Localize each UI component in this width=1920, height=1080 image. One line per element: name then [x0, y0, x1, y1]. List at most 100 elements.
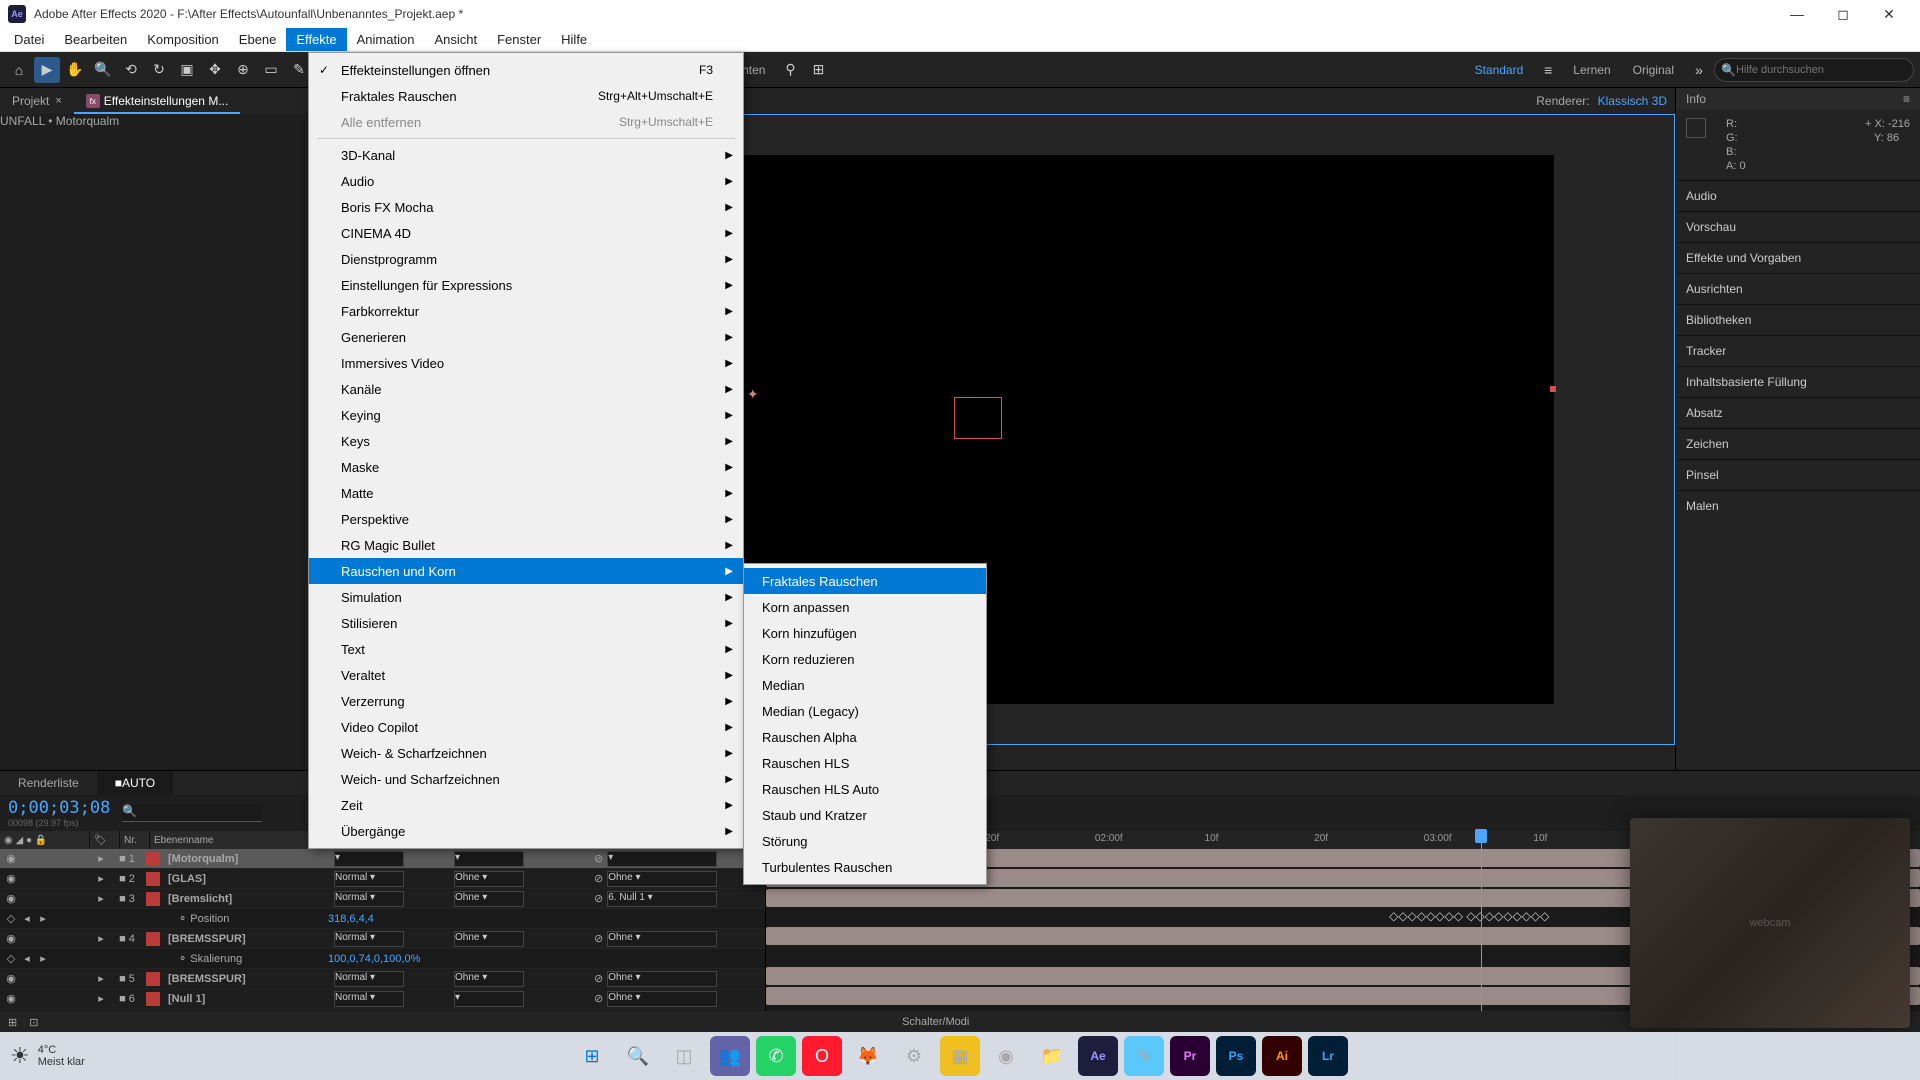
menuitem-zeit[interactable]: Zeit▶: [309, 792, 743, 818]
menuitem-übergänge[interactable]: Übergänge▶: [309, 818, 743, 844]
aftereffects-icon[interactable]: Ae: [1078, 1036, 1118, 1076]
minimize-button[interactable]: —: [1774, 0, 1820, 28]
layer-search[interactable]: 🔍: [122, 804, 262, 822]
app-icon[interactable]: ✎: [1124, 1036, 1164, 1076]
keyframe-track[interactable]: ◇◇◇◇◇◇◇◇ ◇◇◇◇◇◇◇◇◇: [1389, 909, 1620, 923]
menuitem-keying[interactable]: Keying▶: [309, 402, 743, 428]
menuitem-kanäle[interactable]: Kanäle▶: [309, 376, 743, 402]
submenuitem-korn-reduzieren[interactable]: Korn reduzieren: [744, 646, 986, 672]
camera-tool[interactable]: ▣: [174, 57, 200, 83]
weather-widget[interactable]: ☀ 4°C Meist klar: [10, 1043, 85, 1069]
menuitem-weich-scharfzeichnen[interactable]: Weich- & Scharfzeichnen▶: [309, 740, 743, 766]
illustrator-icon[interactable]: Ai: [1262, 1036, 1302, 1076]
toggle-modes-icon[interactable]: ⊡: [29, 1016, 38, 1029]
submenuitem-turbulentes-rauschen[interactable]: Turbulentes Rauschen: [744, 854, 986, 880]
layer-row[interactable]: ◉▸■ 2[GLAS]Normal ▾Ohne ▾⊘ Ohne ▾: [0, 869, 765, 889]
menuitem-3d-kanal[interactable]: 3D-Kanal▶: [309, 142, 743, 168]
submenuitem-median[interactable]: Median: [744, 672, 986, 698]
taskview-button[interactable]: ◫: [664, 1036, 704, 1076]
toggle-switches-icon[interactable]: ⊞: [8, 1016, 17, 1029]
menuitem-matte[interactable]: Matte▶: [309, 480, 743, 506]
magnet-icon[interactable]: ⚲: [777, 57, 803, 83]
menuitem-effekteinstellungen-öffnen[interactable]: ✓Effekteinstellungen öffnenF3: [309, 57, 743, 83]
layer-row[interactable]: ◉▸■ 4[BREMSSPUR]Normal ▾Ohne ▾⊘ Ohne ▾: [0, 929, 765, 949]
menu-komposition[interactable]: Komposition: [137, 28, 229, 51]
playhead-handle[interactable]: [1475, 829, 1487, 843]
property-row[interactable]: ◇◂▸⚬ Position318,6,4,4: [0, 909, 765, 929]
menuitem-rg-magic-bullet[interactable]: RG Magic Bullet▶: [309, 532, 743, 558]
panel-bibliotheken[interactable]: Bibliotheken: [1676, 304, 1920, 335]
menuitem-immersives-video[interactable]: Immersives Video▶: [309, 350, 743, 376]
menuitem-rauschen-und-korn[interactable]: Rauschen und Korn▶: [309, 558, 743, 584]
photoshop-icon[interactable]: Ps: [1216, 1036, 1256, 1076]
transform-handle[interactable]: [1550, 386, 1556, 392]
grid-icon[interactable]: ⊞: [805, 57, 831, 83]
submenuitem-median-legacy-[interactable]: Median (Legacy): [744, 698, 986, 724]
pan-tool[interactable]: ✥: [202, 57, 228, 83]
menuitem-audio[interactable]: Audio▶: [309, 168, 743, 194]
panel-absatz[interactable]: Absatz: [1676, 397, 1920, 428]
workspace-lernen[interactable]: Lernen: [1563, 57, 1620, 83]
menuitem-boris-fx-mocha[interactable]: Boris FX Mocha▶: [309, 194, 743, 220]
panel-zeichen[interactable]: Zeichen: [1676, 428, 1920, 459]
rotate-tool[interactable]: ↻: [146, 57, 172, 83]
menu-ansicht[interactable]: Ansicht: [424, 28, 487, 51]
menuitem-text[interactable]: Text▶: [309, 636, 743, 662]
help-search-input[interactable]: [1736, 64, 1907, 76]
playhead[interactable]: [1481, 831, 1482, 1011]
obs-icon[interactable]: ◉: [986, 1036, 1026, 1076]
panel-menu-icon[interactable]: ≡: [1903, 92, 1910, 106]
switches-modes-toggle[interactable]: Schalter/Modi: [902, 1016, 969, 1028]
workspace-original[interactable]: Original: [1623, 57, 1684, 83]
menuitem-perspektive[interactable]: Perspektive▶: [309, 506, 743, 532]
help-search[interactable]: 🔍: [1714, 58, 1914, 82]
opera-icon[interactable]: O: [802, 1036, 842, 1076]
layer-bounds[interactable]: [954, 397, 1002, 439]
menuitem-dienstprogramm[interactable]: Dienstprogramm▶: [309, 246, 743, 272]
info-panel-header[interactable]: Info ≡: [1676, 88, 1920, 110]
menu-fenster[interactable]: Fenster: [487, 28, 551, 51]
close-icon[interactable]: ×: [55, 95, 61, 107]
submenuitem-rauschen-hls-auto[interactable]: Rauschen HLS Auto: [744, 776, 986, 802]
tab-effekteinstellungen[interactable]: fxEffekteinstellungen M...: [74, 88, 241, 114]
expand-workspaces-icon[interactable]: »: [1686, 57, 1712, 83]
menuitem-farbkorrektur[interactable]: Farbkorrektur▶: [309, 298, 743, 324]
menuitem-video-copilot[interactable]: Video Copilot▶: [309, 714, 743, 740]
submenuitem-rauschen-hls[interactable]: Rauschen HLS: [744, 750, 986, 776]
menu-hilfe[interactable]: Hilfe: [551, 28, 597, 51]
panel-inhaltsbasierte-füllung[interactable]: Inhaltsbasierte Füllung: [1676, 366, 1920, 397]
orbit-tool[interactable]: ⟲: [118, 57, 144, 83]
layer-row[interactable]: ◉▸■ 3[Bremslicht]Normal ▾Ohne ▾⊘ 6. Null…: [0, 889, 765, 909]
panel-tracker[interactable]: Tracker: [1676, 335, 1920, 366]
menu-effekte[interactable]: Effekte: [286, 28, 346, 51]
menuitem-keys[interactable]: Keys▶: [309, 428, 743, 454]
workspace-menu-icon[interactable]: ≡: [1535, 57, 1561, 83]
start-button[interactable]: ⊞: [572, 1036, 612, 1076]
submenuitem-korn-anpassen[interactable]: Korn anpassen: [744, 594, 986, 620]
firefox-icon[interactable]: 🦊: [848, 1036, 888, 1076]
tab-auto[interactable]: ■ AUTO: [97, 771, 173, 795]
menuitem-einstellungen-für-expressions[interactable]: Einstellungen für Expressions▶: [309, 272, 743, 298]
maximize-button[interactable]: ◻: [1820, 0, 1866, 28]
taskbar-search[interactable]: 🔍: [618, 1036, 658, 1076]
submenuitem-rauschen-alpha[interactable]: Rauschen Alpha: [744, 724, 986, 750]
whatsapp-icon[interactable]: ✆: [756, 1036, 796, 1076]
menuitem-weich-und-scharfzeichnen[interactable]: Weich- und Scharfzeichnen▶: [309, 766, 743, 792]
menuitem-verzerrung[interactable]: Verzerrung▶: [309, 688, 743, 714]
explorer-icon[interactable]: 📁: [1032, 1036, 1072, 1076]
layer-row[interactable]: ◉▸■ 5[BREMSSPUR]Normal ▾Ohne ▾⊘ Ohne ▾: [0, 969, 765, 989]
close-button[interactable]: ✕: [1866, 0, 1912, 28]
panel-malen[interactable]: Malen: [1676, 490, 1920, 521]
menu-bearbeiten[interactable]: Bearbeiten: [54, 28, 137, 51]
panel-vorschau[interactable]: Vorschau: [1676, 211, 1920, 242]
hand-tool[interactable]: ✋: [62, 57, 88, 83]
anchor-tool[interactable]: ⊕: [230, 57, 256, 83]
home-tool[interactable]: ⌂: [6, 57, 32, 83]
menu-datei[interactable]: Datei: [4, 28, 54, 51]
panel-pinsel[interactable]: Pinsel: [1676, 459, 1920, 490]
zoom-tool[interactable]: 🔍: [90, 57, 116, 83]
submenuitem-fraktales-rauschen[interactable]: Fraktales Rauschen: [744, 568, 986, 594]
submenuitem-störung[interactable]: Störung: [744, 828, 986, 854]
menuitem-generieren[interactable]: Generieren▶: [309, 324, 743, 350]
tab-renderliste[interactable]: Renderliste: [0, 771, 97, 795]
